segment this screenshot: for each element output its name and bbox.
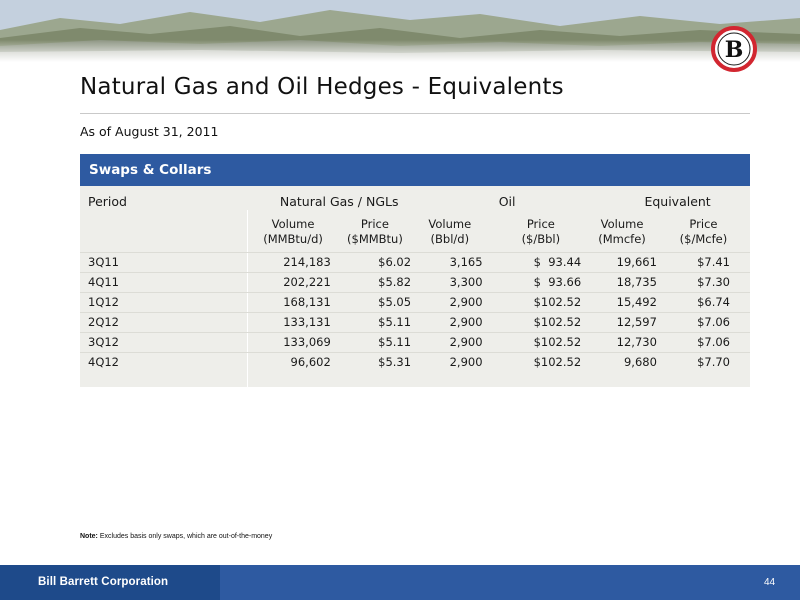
cell-gas-volume: 133,131: [255, 311, 339, 332]
cell-equivalent-price: $7.41: [676, 251, 750, 272]
group-header-oil: Oil: [498, 193, 516, 209]
cell-oil-price: $102.52: [500, 311, 588, 332]
mountain-banner: [0, 0, 800, 62]
cell-oil-volume: 3,300: [417, 271, 501, 292]
cell-equivalent-volume: 19,661: [587, 251, 677, 272]
footer-company-name: Bill Barrett Corporation: [38, 576, 169, 588]
cell-gas-price: $5.82: [338, 271, 418, 292]
slide-title: Natural Gas and Oil Hedges - Equivalents: [80, 74, 564, 100]
subheader-oil-price: Price ($/Bbl): [521, 216, 561, 246]
group-header-equivalent: Equivalent: [644, 193, 711, 209]
table-row: 3Q11 214,183 $6.02 3,165 $ 93.44 19,661 …: [80, 251, 750, 272]
cell-period: 2Q12: [80, 311, 256, 332]
cell-oil-price: $102.52: [500, 331, 588, 352]
subheader-oil-volume: Volume (Bbl/d): [428, 216, 472, 246]
footnote: Note: Excludes basis only swaps, which a…: [80, 533, 272, 540]
table-row: 4Q12 96,602 $5.31 2,900 $102.52 9,680 $7…: [80, 351, 750, 372]
cell-equivalent-volume: 18,735: [587, 271, 677, 292]
group-header-gas: Natural Gas / NGLs: [279, 193, 399, 209]
cell-period: 3Q11: [80, 251, 256, 272]
cell-oil-volume: 2,900: [417, 351, 501, 372]
table-row: 3Q12 133,069 $5.11 2,900 $102.52 12,730 …: [80, 331, 750, 352]
cell-period: 3Q12: [80, 331, 256, 352]
cell-oil-volume: 2,900: [417, 331, 501, 352]
subheader-row: Volume (MMBtu/d) Price ($MMBtu) Volume (Bbl…: [80, 212, 750, 252]
cell-equivalent-volume: 9,680: [587, 351, 677, 372]
cell-period: 4Q12: [80, 351, 256, 372]
note-text: Excludes basis only swaps, which are out…: [99, 533, 273, 540]
cell-equivalent-price: $7.06: [676, 331, 750, 352]
panel-title: Swaps & Collars: [89, 162, 212, 178]
subheader-gas-volume: Volume (MMBtu/d): [263, 216, 323, 246]
cell-equivalent-volume: 15,492: [587, 291, 677, 312]
cell-period: 1Q12: [80, 291, 256, 312]
title-divider: [80, 113, 750, 114]
subheader-gas-price: Price ($MMBtu): [347, 216, 403, 246]
table-row: 1Q12 168,131 $5.05 2,900 $102.52 15,492 …: [80, 291, 750, 312]
cell-period: 4Q11: [80, 271, 256, 292]
cell-oil-price: $102.52: [500, 291, 588, 312]
hedge-table: Period Natural Gas / NGLs Oil Equivalent…: [80, 190, 750, 372]
cell-oil-price: $ 93.44: [500, 251, 588, 272]
cell-gas-price: $5.31: [338, 351, 418, 372]
subheader-equivalent-price: Price ($/Mcfe): [679, 216, 728, 246]
cell-oil-price: $102.52: [500, 351, 588, 372]
cell-equivalent-price: $7.70: [676, 351, 750, 372]
table-row: 2Q12 133,131 $5.11 2,900 $102.52 12,597 …: [80, 311, 750, 332]
subheader-equivalent-volume: Volume (Mmcfe): [598, 216, 646, 246]
cell-gas-volume: 168,131: [255, 291, 339, 312]
note-label: Note:: [80, 533, 98, 540]
cell-equivalent-price: $7.06: [676, 311, 750, 332]
cell-oil-price: $ 93.66: [500, 271, 588, 292]
footer-bar-right: [220, 565, 800, 600]
period-header: Period: [88, 193, 127, 209]
svg-text:B: B: [725, 37, 744, 63]
cell-oil-volume: 2,900: [417, 291, 501, 312]
cell-gas-price: $5.05: [338, 291, 418, 312]
cell-oil-volume: 3,165: [417, 251, 501, 272]
panel-header: Swaps & Collars: [80, 154, 750, 186]
period-subheader-blank: [80, 212, 255, 252]
cell-gas-volume: 202,221: [255, 271, 339, 292]
page-number: 44: [764, 577, 776, 588]
cell-gas-price: $5.11: [338, 311, 418, 332]
cell-equivalent-price: $7.30: [676, 271, 750, 292]
cell-equivalent-volume: 12,730: [587, 331, 677, 352]
cell-gas-price: $5.11: [338, 331, 418, 352]
group-header-row: Period Natural Gas / NGLs Oil Equivalent: [80, 190, 750, 212]
cell-equivalent-volume: 12,597: [587, 311, 677, 332]
bill-barrett-logo-icon: B: [711, 26, 757, 72]
banner-fade: [0, 40, 800, 62]
cell-gas-volume: 96,602: [255, 351, 339, 372]
cell-equivalent-price: $6.74: [676, 291, 750, 312]
cell-oil-volume: 2,900: [417, 311, 501, 332]
cell-gas-volume: 214,183: [255, 251, 339, 272]
as-of-date: As of August 31, 2011: [80, 124, 219, 139]
cell-gas-price: $6.02: [338, 251, 418, 272]
table-row: 4Q11 202,221 $5.82 3,300 $ 93.66 18,735 …: [80, 271, 750, 292]
cell-gas-volume: 133,069: [255, 331, 339, 352]
